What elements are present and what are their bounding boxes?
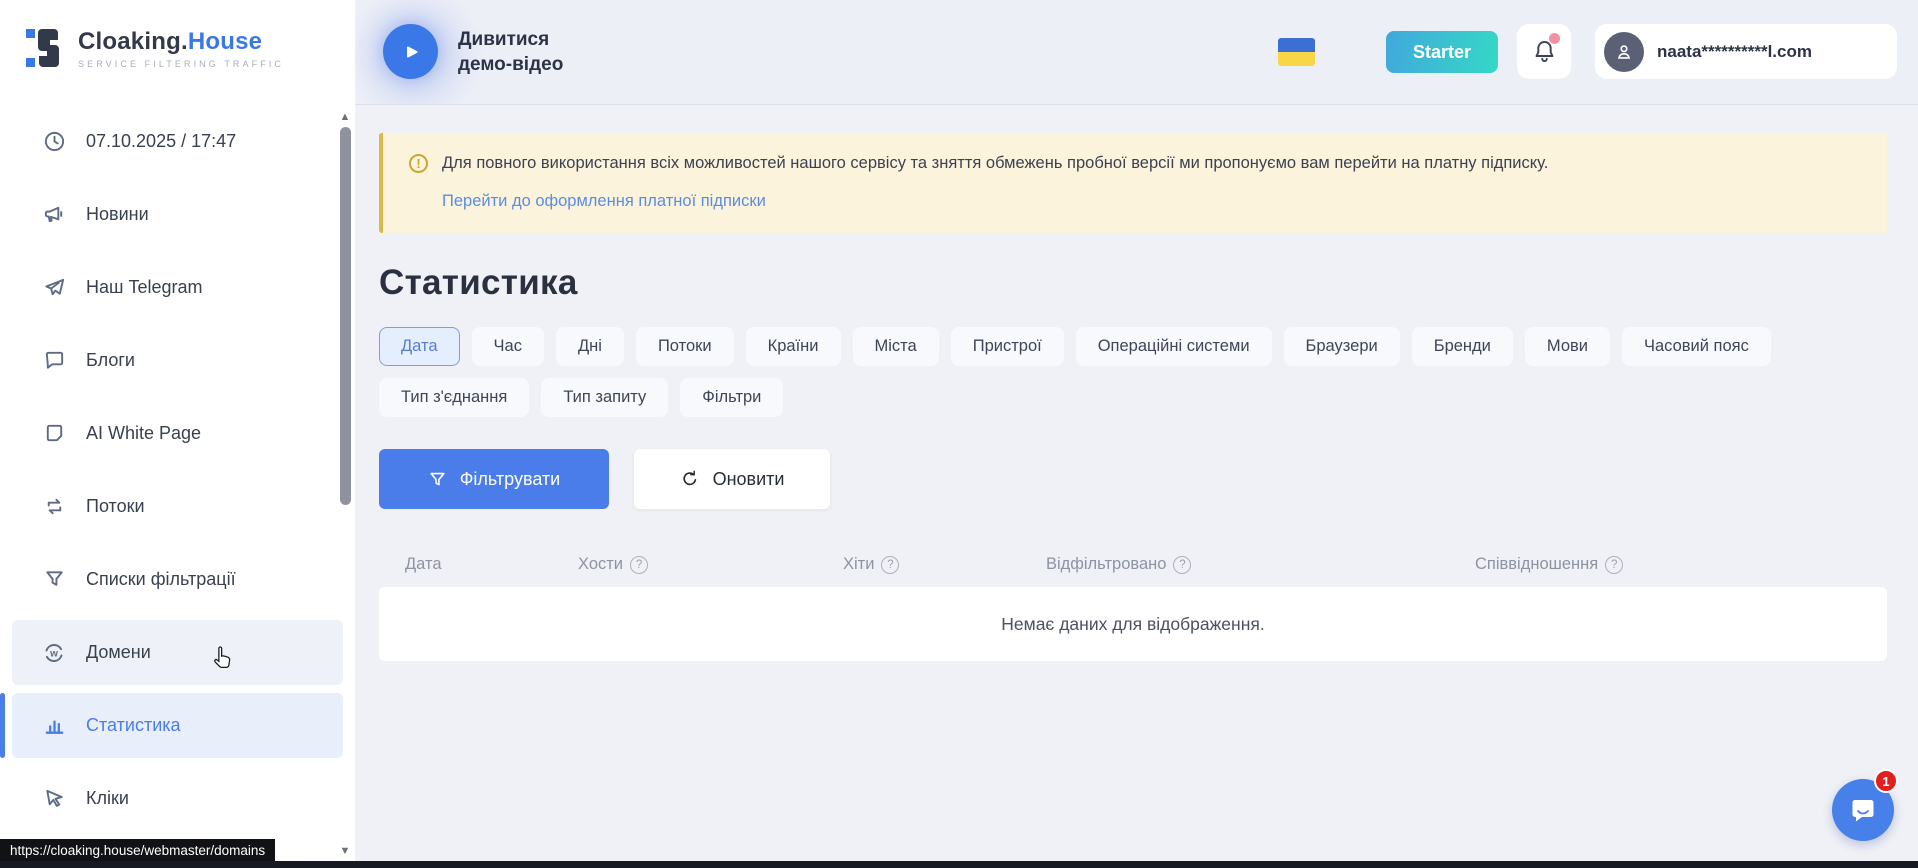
chip-connection-type[interactable]: Тип з'єднання bbox=[379, 378, 529, 417]
chip-request-type[interactable]: Тип запиту bbox=[541, 378, 668, 417]
subscribe-link[interactable]: Перейти до оформлення платної підписки bbox=[442, 192, 1857, 211]
logo-text: Cloaking.House SERVICE FILTERING TRAFFIC bbox=[78, 28, 284, 69]
demo-video-label[interactable]: Дивитися демо-відео bbox=[458, 27, 563, 77]
sidebar-item-filter-lists[interactable]: Списки фільтрації bbox=[12, 547, 343, 612]
logo-icon bbox=[26, 26, 66, 70]
help-icon[interactable]: ? bbox=[881, 556, 899, 574]
chip-languages[interactable]: Мови bbox=[1525, 327, 1610, 366]
empty-state: Немає даних для відображення. bbox=[379, 587, 1887, 661]
chip-data[interactable]: Дата bbox=[379, 327, 460, 366]
logo-tagline: SERVICE FILTERING TRAFFIC bbox=[78, 59, 284, 69]
column-header-ratio: Співвідношення? bbox=[1475, 555, 1623, 574]
chip-filters[interactable]: Фільтри bbox=[680, 378, 783, 417]
chip-operating-systems[interactable]: Операційні системи bbox=[1076, 327, 1272, 366]
sidebar-item-blogs[interactable]: Блоги bbox=[12, 328, 343, 393]
sidebar-item-label: Наш Telegram bbox=[86, 277, 202, 298]
user-menu[interactable]: naata**********l.com bbox=[1595, 24, 1897, 79]
telegram-icon bbox=[42, 276, 66, 300]
notifications-button[interactable] bbox=[1517, 24, 1571, 79]
column-header-hits: Хіти? bbox=[843, 555, 899, 574]
chip-countries[interactable]: Країни bbox=[746, 327, 841, 366]
person-icon bbox=[1613, 41, 1635, 63]
topbar: Дивитися демо-відео Starter naata*******… bbox=[355, 0, 1918, 105]
brand-blue: House bbox=[188, 28, 262, 55]
flows-icon bbox=[42, 495, 66, 519]
clock-icon bbox=[42, 130, 66, 154]
sidebar-item-streams[interactable]: Потоки bbox=[12, 474, 343, 539]
logo[interactable]: Cloaking.House SERVICE FILTERING TRAFFIC bbox=[0, 0, 355, 70]
chip-brands[interactable]: Бренди bbox=[1412, 327, 1513, 366]
warning-icon: ! bbox=[409, 154, 428, 173]
chip-days[interactable]: Дні bbox=[556, 327, 624, 366]
chip-time[interactable]: Час bbox=[472, 327, 544, 366]
bottom-edge-strip bbox=[0, 861, 1918, 868]
filter-chips: Дата Час Дні Потоки Країни Міста Пристро… bbox=[379, 327, 1879, 417]
sidebar-item-label: Кліки bbox=[86, 788, 129, 809]
sidebar-item-label: 07.10.2025 / 17:47 bbox=[86, 131, 236, 152]
action-buttons: Фільтрувати Оновити bbox=[379, 449, 1887, 509]
scrollbar-thumb[interactable] bbox=[340, 127, 351, 505]
chip-timezone[interactable]: Часовий пояс bbox=[1622, 327, 1771, 366]
sidebar-item-statistics[interactable]: Статистика bbox=[12, 693, 343, 758]
column-header-date: Дата bbox=[405, 555, 442, 574]
sidebar-item-label: Потоки bbox=[86, 496, 145, 517]
main-content: ! Для повного використання всіх можливос… bbox=[379, 105, 1887, 661]
refresh-button[interactable]: Оновити bbox=[634, 449, 830, 509]
cursor-icon bbox=[42, 787, 66, 811]
chip-browsers[interactable]: Браузери bbox=[1284, 327, 1400, 366]
sidebar-item-ai-white-page[interactable]: AI White Page bbox=[12, 401, 343, 466]
column-header-hosts: Хости? bbox=[578, 555, 648, 574]
sidebar-item-telegram[interactable]: Наш Telegram bbox=[12, 255, 343, 320]
mouse-cursor-icon bbox=[212, 645, 234, 671]
scrollbar-down-arrow[interactable]: ▼ bbox=[338, 846, 352, 856]
sidebar-item-label: Блоги bbox=[86, 350, 135, 371]
scrollbar-up-arrow[interactable]: ▲ bbox=[338, 112, 352, 122]
sidebar-item-domains[interactable]: w Домени bbox=[12, 620, 343, 685]
filter-button[interactable]: Фільтрувати bbox=[379, 449, 609, 509]
svg-text:w: w bbox=[49, 648, 58, 659]
help-icon[interactable]: ? bbox=[1605, 556, 1623, 574]
funnel-icon bbox=[428, 470, 447, 489]
funnel-icon bbox=[42, 568, 66, 592]
sidebar-item-label: Списки фільтрації bbox=[86, 569, 236, 590]
domains-icon: w bbox=[42, 641, 66, 665]
sidebar-item-label: Домени bbox=[86, 642, 151, 663]
sidebar-item-datetime: 07.10.2025 / 17:47 bbox=[12, 109, 343, 174]
help-icon[interactable]: ? bbox=[1173, 556, 1191, 574]
app-root: Cloaking.House SERVICE FILTERING TRAFFIC… bbox=[0, 0, 1918, 868]
sidebar-item-clicks[interactable]: Кліки bbox=[12, 766, 343, 831]
avatar bbox=[1604, 32, 1644, 72]
chip-cities[interactable]: Міста bbox=[853, 327, 939, 366]
column-header-filtered: Відфільтровано? bbox=[1046, 555, 1191, 574]
page-title: Статистика bbox=[379, 263, 1887, 303]
chip-streams[interactable]: Потоки bbox=[636, 327, 734, 366]
sidebar: Cloaking.House SERVICE FILTERING TRAFFIC… bbox=[0, 0, 355, 868]
plan-starter-button[interactable]: Starter bbox=[1386, 31, 1498, 73]
play-demo-button[interactable] bbox=[383, 24, 438, 79]
status-url-tooltip: https://cloaking.house/webmaster/domains bbox=[0, 839, 275, 861]
chat-unread-badge: 1 bbox=[1874, 769, 1898, 793]
user-email: naata**********l.com bbox=[1657, 42, 1812, 62]
page-icon bbox=[42, 422, 66, 446]
sidebar-item-label: AI White Page bbox=[86, 423, 201, 444]
refresh-icon bbox=[680, 469, 700, 489]
language-flag-ukraine[interactable] bbox=[1278, 38, 1315, 66]
chip-devices[interactable]: Пристрої bbox=[951, 327, 1064, 366]
table-header: Дата Хости? Хіти? Відфільтровано? Співві… bbox=[379, 545, 1887, 587]
sidebar-item-label: Статистика bbox=[86, 715, 181, 736]
chat-icon bbox=[42, 349, 66, 373]
play-icon bbox=[399, 40, 423, 64]
sidebar-item-news[interactable]: Новини bbox=[12, 182, 343, 247]
banner-text: Для повного використання всіх можливосте… bbox=[442, 152, 1548, 175]
sidebar-item-label: Новини bbox=[86, 204, 149, 225]
notification-dot bbox=[1549, 33, 1560, 44]
chat-bubble-icon bbox=[1847, 794, 1879, 826]
help-icon[interactable]: ? bbox=[630, 556, 648, 574]
brand-dark: Cloaking. bbox=[78, 28, 188, 55]
bar-chart-icon bbox=[42, 714, 66, 738]
sidebar-nav: 07.10.2025 / 17:47 Новини Наш Telegram Б… bbox=[0, 109, 355, 839]
megaphone-icon bbox=[42, 203, 66, 227]
trial-warning-banner: ! Для повного використання всіх можливос… bbox=[379, 133, 1887, 233]
